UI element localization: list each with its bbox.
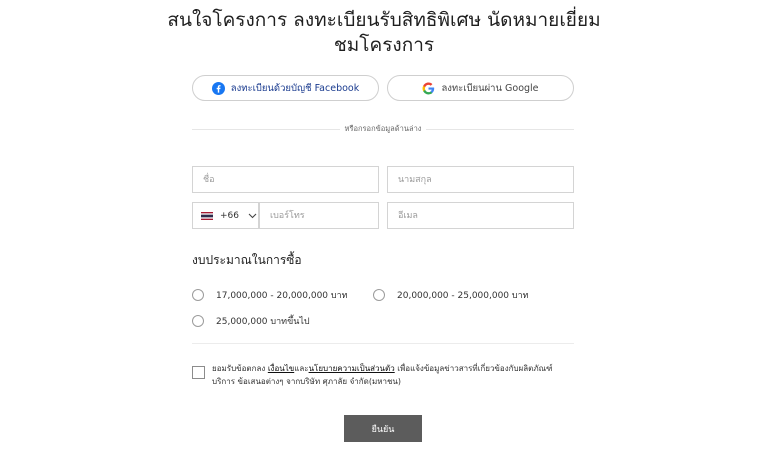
consent-prefix: ยอมรับข้อตกลง (212, 364, 268, 373)
facebook-register-label: ลงทะเบียนด้วยบัญชี Facebook (230, 82, 360, 94)
facebook-icon (211, 81, 225, 95)
phone-input[interactable] (259, 202, 379, 229)
radio-circle[interactable] (373, 289, 385, 301)
country-code-select[interactable]: +66 (192, 202, 259, 229)
consent-text: ยอมรับข้อตกลง เงื่อนไขและนโยบายความเป็นส… (212, 362, 574, 388)
divider-left (192, 129, 340, 130)
privacy-policy-link[interactable]: นโยบายความเป็นส่วนตัว (309, 364, 395, 373)
page-title-line-1: สนใจโครงการ ลงทะเบียนรับสิทธิพิเศษ นัดหม… (167, 9, 601, 31)
section-divider (192, 343, 574, 344)
consent-checkbox[interactable] (192, 366, 205, 379)
first-name-input[interactable] (192, 166, 379, 193)
budget-option-label: 25,000,000 บาทขึ้นไป (216, 317, 310, 327)
country-code-value: +66 (220, 210, 239, 221)
budget-option-25m-plus[interactable]: 25,000,000 บาทขึ้นไป (192, 314, 310, 328)
thailand-flag-icon (201, 211, 213, 220)
facebook-register-button[interactable]: ลงทะเบียนด้วยบัญชี Facebook (192, 75, 379, 101)
submit-button[interactable]: ยืนยัน (344, 415, 422, 442)
page-title-line-2: ชมโครงการ (333, 34, 435, 56)
chevron-down-icon (248, 213, 257, 219)
email-input[interactable] (387, 202, 574, 229)
terms-link[interactable]: เงื่อนไข (268, 364, 294, 373)
divider-right (426, 129, 574, 130)
google-register-button[interactable]: ลงทะเบียนผ่าน Google (387, 75, 574, 101)
radio-circle[interactable] (192, 289, 204, 301)
page-title: สนใจโครงการ ลงทะเบียนรับสิทธิพิเศษ นัดหม… (0, 8, 768, 58)
google-icon (422, 82, 435, 95)
or-fill-below-text: หรือกรอกข้อมูลด้านล่าง (344, 124, 422, 133)
budget-option-17m-20m[interactable]: 17,000,000 - 20,000,000 บาท (192, 288, 348, 302)
budget-section-title: งบประมาณในการซื้อ (192, 253, 302, 267)
google-register-label: ลงทะเบียนผ่าน Google (441, 82, 539, 94)
budget-option-label: 20,000,000 - 25,000,000 บาท (397, 291, 529, 301)
budget-option-20m-25m[interactable]: 20,000,000 - 25,000,000 บาท (373, 288, 529, 302)
budget-option-label: 17,000,000 - 20,000,000 บาท (216, 291, 348, 301)
consent-and: และ (294, 364, 309, 373)
radio-circle[interactable] (192, 315, 204, 327)
last-name-input[interactable] (387, 166, 574, 193)
